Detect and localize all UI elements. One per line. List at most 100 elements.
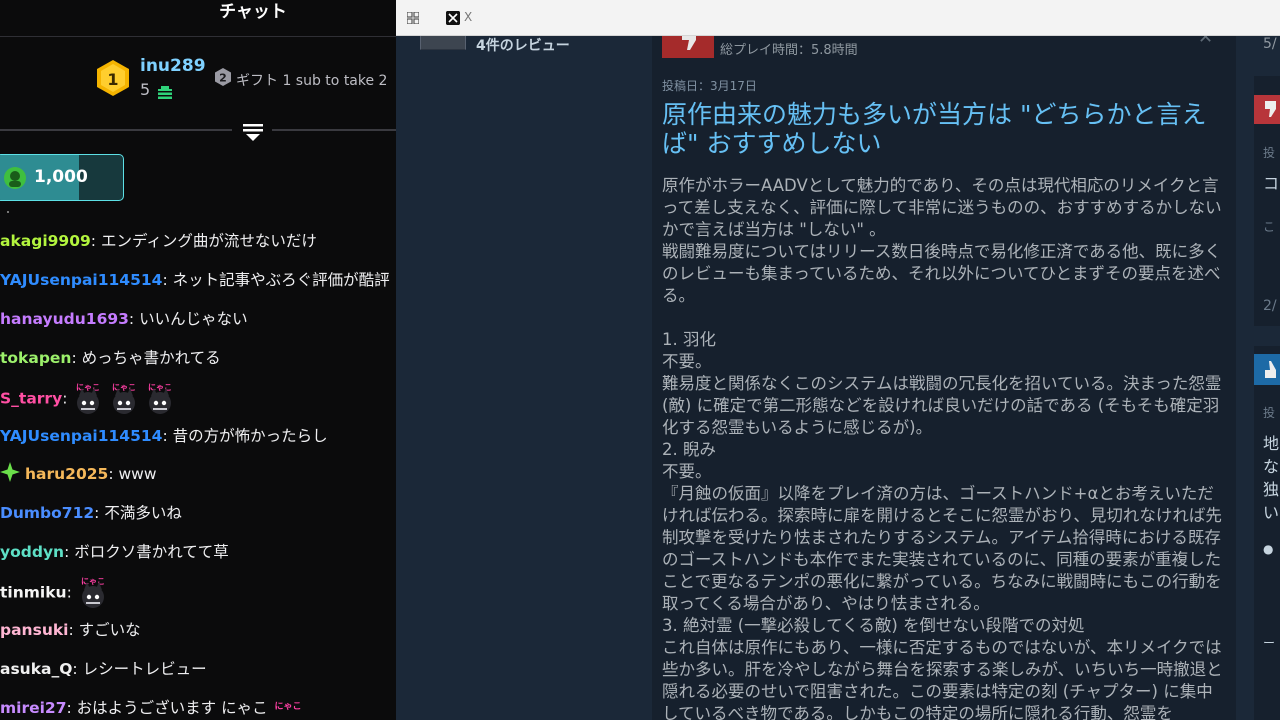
review-body: 原作がホラーAADVとして魅力的であり、その点は現代相応のリメイクと言って差し支… bbox=[662, 176, 1223, 720]
strip-review-card-2 bbox=[1254, 346, 1280, 720]
leader-gift-count: 5 bbox=[140, 80, 151, 99]
chat-text: おはようございます にゃこ bbox=[76, 698, 268, 717]
chat-username[interactable]: S_tarry bbox=[0, 389, 62, 407]
chat-separator: : bbox=[162, 426, 173, 445]
sub-goal-pill[interactable]: 1,000 bbox=[0, 154, 124, 201]
chat-text: ボロクソ書かれてて草 bbox=[74, 543, 229, 562]
chat-message: hanayudu1693: いいんじゃない bbox=[0, 304, 248, 334]
close-icon[interactable]: ✕ bbox=[1198, 36, 1213, 48]
chat-text: 昔の方が怖かったらし bbox=[172, 426, 328, 445]
chat-message: pansuki: すごいな bbox=[0, 615, 141, 645]
chat-panel: チャット 1 inu289 5 2 ギフト 1 sub to take 2 1,… bbox=[0, 0, 396, 720]
chat-text: 不満多いね bbox=[104, 504, 182, 523]
gift-leaderboard[interactable]: 1 inu289 5 2 ギフト 1 sub to take 2 bbox=[94, 56, 396, 102]
silver-medal-icon: 2 bbox=[215, 68, 231, 86]
strip-posted-label: 投 bbox=[1263, 146, 1276, 160]
chat-title: チャット bbox=[219, 2, 287, 22]
chat-username[interactable]: mirei27 bbox=[0, 699, 67, 717]
svg-text:にゃこ: にゃこ bbox=[81, 577, 105, 586]
chat-separator: : bbox=[72, 659, 83, 678]
review-playtime: 総プレイ時間：5.8時間 bbox=[720, 43, 858, 58]
chat-separator: : bbox=[62, 389, 73, 408]
gift-sub-icon bbox=[158, 86, 172, 99]
collapse-leaderboard-icon[interactable] bbox=[242, 122, 264, 142]
chat-username[interactable]: yoddyn bbox=[0, 543, 64, 561]
strip-dash: ー bbox=[1263, 636, 1276, 650]
nyako-emote-icon: にゃこ bbox=[81, 577, 105, 609]
chat-separator: : bbox=[68, 621, 79, 639]
chat-message: yoddyn: ボロクソ書かれてて草 bbox=[0, 537, 229, 567]
chat-message: haru2025: www bbox=[0, 459, 157, 489]
chat-username[interactable]: pansuki bbox=[0, 621, 68, 639]
leader-rank: 1 bbox=[107, 70, 118, 89]
gold-medal-icon: 1 bbox=[97, 60, 129, 96]
strip-text-line: な bbox=[1263, 457, 1280, 476]
chat-message: akagi9909: エンディング曲が流せないだけ bbox=[0, 226, 317, 256]
svg-text:にゃこ: にゃこ bbox=[112, 383, 136, 392]
chat-separator: : bbox=[71, 348, 82, 367]
chat-username[interactable]: tinmiku bbox=[0, 584, 67, 602]
strip-thumbs-up-icon bbox=[1254, 354, 1280, 385]
sub-goal-avatar-icon bbox=[4, 167, 26, 189]
browser-tab-bar: X bbox=[396, 0, 1280, 36]
nyako-emote-icon: にゃこ bbox=[274, 701, 301, 712]
chat-message: tinmiku: にゃこ bbox=[0, 576, 113, 609]
chat-username[interactable]: YAJUsenpai114514 bbox=[0, 427, 162, 445]
strip-text-line: 地 bbox=[1263, 434, 1280, 453]
star-badge-icon bbox=[0, 462, 20, 483]
strip-line-2: こ bbox=[1263, 220, 1276, 234]
thumbs-down-icon bbox=[662, 36, 714, 58]
strip-date: 2/ bbox=[1263, 298, 1277, 314]
nyako-emote-icon: にゃこ bbox=[76, 383, 100, 414]
strip-line-1: コ bbox=[1263, 174, 1280, 193]
leaderboard-divider-right bbox=[272, 129, 396, 131]
sub-goal-value: 1,000 bbox=[34, 167, 88, 187]
chat-message: YAJUsenpai114514: 昔の方が怖かったらし bbox=[0, 421, 328, 451]
strip-text-line: 独 bbox=[1263, 480, 1280, 499]
chat-text: レシートレビュー bbox=[82, 659, 207, 678]
separator-dot bbox=[7, 211, 9, 213]
chat-message: S_tarry: にゃこ にゃこ にゃこ bbox=[0, 382, 180, 414]
chat-separator: : bbox=[90, 232, 101, 250]
chat-separator: : bbox=[66, 698, 77, 717]
chat-separator: : bbox=[162, 270, 173, 289]
x-logo-icon bbox=[446, 11, 460, 25]
chat-username[interactable]: tokapen bbox=[0, 349, 71, 367]
chat-separator: : bbox=[64, 543, 75, 562]
chat-message: tokapen: めっちゃ書かれてる bbox=[0, 343, 221, 373]
tab-title[interactable]: X bbox=[464, 10, 472, 24]
chat-header-divider bbox=[0, 36, 396, 37]
runner-up-text: ギフト 1 sub to take 2 bbox=[236, 73, 388, 89]
nyako-emote-icon: にゃこ bbox=[148, 383, 172, 414]
strip-bullet: ● bbox=[1263, 542, 1274, 556]
chat-text: www bbox=[118, 465, 157, 484]
chat-message: mirei27: おはようございます にゃこ にゃこ bbox=[0, 693, 304, 720]
reviewer-review-count[interactable]: 4件のレビュー bbox=[476, 36, 570, 55]
chat-username[interactable]: hanayudu1693 bbox=[0, 310, 129, 328]
leaderboard-divider-left bbox=[0, 129, 232, 131]
chat-text: すごいな bbox=[78, 621, 141, 639]
leader-username[interactable]: inu289 bbox=[140, 56, 206, 76]
runner-up-rank: 2 bbox=[219, 72, 227, 85]
svg-text:にゃこ: にゃこ bbox=[274, 701, 301, 712]
reviewer-avatar[interactable] bbox=[420, 36, 466, 50]
chat-username[interactable]: haru2025 bbox=[25, 465, 108, 483]
chat-text: いいんじゃない bbox=[139, 309, 248, 328]
review-title[interactable]: 原作由来の魅力も多いが当方は "どちらかと言えば" おすすめしない bbox=[662, 100, 1228, 158]
nyako-emote-icon: にゃこ bbox=[112, 383, 136, 414]
chat-separator: : bbox=[94, 504, 105, 523]
strip-thumbs-down-icon bbox=[1254, 95, 1280, 124]
chat-separator: : bbox=[128, 309, 140, 328]
chat-username[interactable]: asuka_Q bbox=[0, 660, 72, 678]
strip-text-line: い bbox=[1263, 503, 1280, 522]
chat-username[interactable]: YAJUsenpai114514 bbox=[0, 271, 162, 289]
chat-username[interactable]: Dumbo712 bbox=[0, 504, 94, 522]
chat-message: YAJUsenpai114514: ネット記事やぶろぐ評価が酷評 bbox=[0, 265, 390, 295]
tab-grid-icon[interactable] bbox=[407, 12, 419, 24]
chat-text: めっちゃ書かれてる bbox=[81, 348, 221, 367]
chat-message: asuka_Q: レシートレビュー bbox=[0, 654, 207, 684]
strip-posted-label-2: 投 bbox=[1263, 406, 1276, 420]
svg-text:にゃこ: にゃこ bbox=[76, 383, 100, 392]
chat-username[interactable]: akagi9909 bbox=[0, 232, 91, 250]
chat-message: Dumbo712: 不満多いね bbox=[0, 498, 182, 528]
